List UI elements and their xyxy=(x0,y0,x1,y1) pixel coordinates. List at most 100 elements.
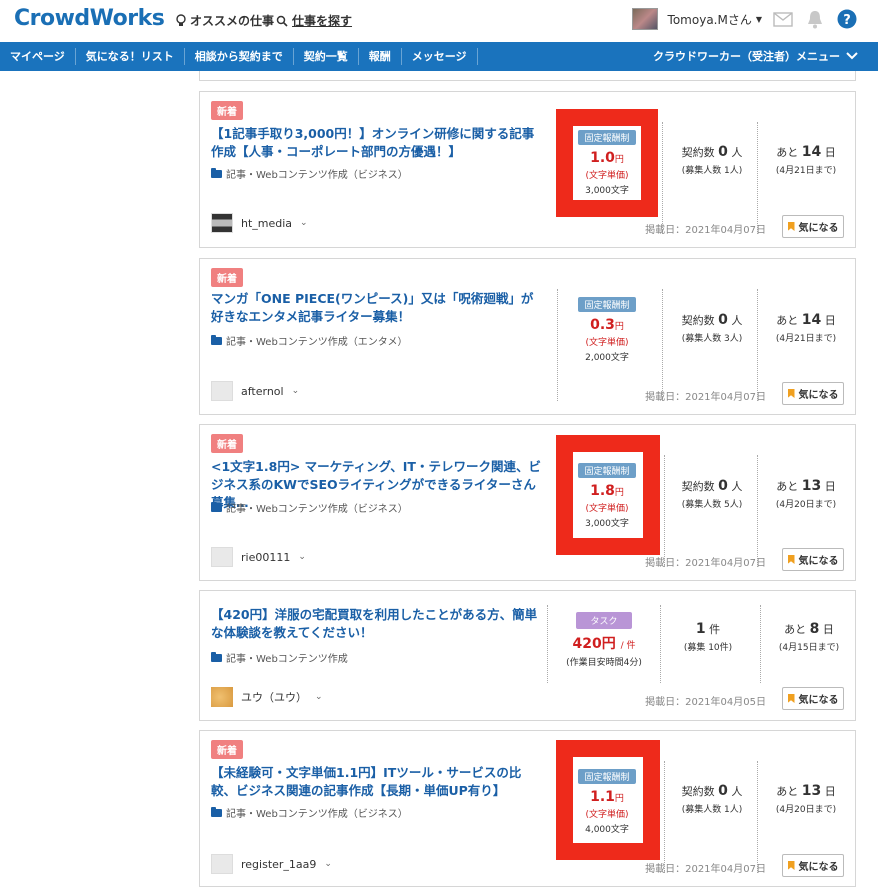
nav-mypage[interactable]: マイページ xyxy=(0,48,76,65)
client-avatar xyxy=(211,854,233,874)
char-count: 4,000文字 xyxy=(585,825,629,835)
worker-menu[interactable]: クラウドワーカー（受注者）メニュー xyxy=(653,48,858,64)
nav-messages[interactable]: メッセージ xyxy=(402,48,478,65)
help-icon[interactable]: ? xyxy=(836,8,858,30)
category-label: 記事・Webコンテンツ作成 xyxy=(226,654,348,665)
remaining-days: あと 14 日 (4月21日まで) xyxy=(775,144,837,176)
char-count: 2,000文字 xyxy=(585,353,629,363)
client-info[interactable]: ユウ（ユウ） ⌄ xyxy=(211,687,323,707)
price-unit-note: (文字単価) xyxy=(585,504,629,514)
client-info[interactable]: rie00111 ⌄ xyxy=(211,547,306,567)
mail-icon[interactable] xyxy=(772,8,794,30)
user-avatar[interactable] xyxy=(631,8,658,30)
unit-price: 1.8円 xyxy=(590,483,624,499)
find-jobs-label: 仕事を探す xyxy=(292,14,353,28)
bookmark-icon xyxy=(787,694,795,703)
folder-icon xyxy=(211,501,222,512)
nav-favorites[interactable]: 気になる！リスト xyxy=(76,48,185,65)
job-category[interactable]: 記事・Webコンテンツ作成（ビジネス） xyxy=(211,166,408,181)
client-info[interactable]: afternol ⌄ xyxy=(211,381,299,401)
favorite-button[interactable]: 気になる xyxy=(782,687,844,710)
unit-price: 1.0円 xyxy=(590,150,624,166)
divider xyxy=(664,761,665,873)
price-box: 固定報酬制 1.1円 (文字単価) 4,000文字 xyxy=(572,765,642,835)
posted-date: 掲載日：2021年04月07日 xyxy=(645,558,766,569)
chevron-down-icon: ⌄ xyxy=(298,552,306,562)
find-jobs-link[interactable]: 仕事を探す xyxy=(276,12,352,29)
price-unit-note: (文字単価) xyxy=(585,810,629,820)
favorite-button[interactable]: 気になる xyxy=(782,215,844,238)
search-icon xyxy=(276,15,288,27)
divider xyxy=(547,605,548,683)
unit-price: 0.3円 xyxy=(590,317,624,333)
remaining-days: あと 14 日 (4月21日まで) xyxy=(775,312,837,344)
posted-date: 掲載日：2021年04月07日 xyxy=(645,392,766,403)
char-count: 3,000文字 xyxy=(585,519,629,529)
fixed-price-tag: 固定報酬制 xyxy=(578,769,636,784)
category-label: 記事・Webコンテンツ作成（ビジネス） xyxy=(226,170,408,181)
new-badge: 新着 xyxy=(211,740,243,759)
chevron-down-icon: ⌄ xyxy=(300,218,308,228)
client-name: afternol xyxy=(241,384,284,398)
nav-rewards[interactable]: 報酬 xyxy=(359,48,402,65)
remaining-days: あと 8 日 (4月15日まで) xyxy=(778,621,840,653)
job-card: 新着 マンガ「ONE PIECE(ワンピース)」又は「呪術廻戦」が好きなエンタメ… xyxy=(199,258,856,415)
client-name: rie00111 xyxy=(241,550,291,564)
job-card: 新着 【未経験可・文字単価1.1円】ITツール・サービスの比較、ビジネス関連の記… xyxy=(199,730,856,887)
task-tag: タスク xyxy=(576,612,632,629)
bell-icon[interactable] xyxy=(804,8,826,30)
posted-date: 掲載日：2021年04月07日 xyxy=(645,225,766,236)
client-avatar xyxy=(211,213,233,233)
bookmark-icon xyxy=(787,222,795,231)
client-avatar xyxy=(211,547,233,567)
char-count: 3,000文字 xyxy=(585,186,629,196)
divider xyxy=(760,605,761,683)
divider xyxy=(662,289,663,401)
unit-price: 1.1円 xyxy=(590,789,624,805)
price-unit-note: (文字単価) xyxy=(585,338,629,348)
job-category[interactable]: 記事・Webコンテンツ作成（エンタメ） xyxy=(211,333,408,348)
divider xyxy=(757,761,758,873)
divider xyxy=(662,122,663,234)
favorite-button[interactable]: 気になる xyxy=(782,854,844,877)
job-title[interactable]: 【420円】洋服の宅配買取を利用したことがある方、簡単な体験談を教えてください！ xyxy=(211,606,541,642)
contract-count: 契約数 0 人 (募集人数 1人) xyxy=(681,144,743,176)
bookmark-icon xyxy=(787,389,795,398)
job-category[interactable]: 記事・Webコンテンツ作成（ビジネス） xyxy=(211,500,408,515)
svg-text:?: ? xyxy=(843,13,851,28)
client-info[interactable]: register_1aa9 ⌄ xyxy=(211,854,332,874)
new-badge: 新着 xyxy=(211,268,243,287)
previous-card-edge xyxy=(199,71,856,81)
client-avatar xyxy=(211,381,233,401)
client-name: ht_media xyxy=(241,216,293,230)
new-badge: 新着 xyxy=(211,101,243,120)
folder-icon xyxy=(211,167,222,178)
folder-icon xyxy=(211,806,222,817)
price-box: タスク 420円 / 件 (作業目安時間4分) xyxy=(552,609,656,668)
chevron-down-icon xyxy=(846,52,858,60)
chevron-down-icon: ⌄ xyxy=(324,859,332,869)
divider xyxy=(757,289,758,401)
favorite-button[interactable]: 気になる xyxy=(782,382,844,405)
client-info[interactable]: ht_media ⌄ xyxy=(211,213,308,233)
chevron-down-icon[interactable]: ▼ xyxy=(756,15,762,24)
nav-contracts[interactable]: 契約一覧 xyxy=(294,48,359,65)
main-nav: マイページ 気になる！リスト 相談から契約まで 契約一覧 報酬 メッセージ クラ… xyxy=(0,42,878,71)
client-name: ユウ（ユウ） xyxy=(241,691,307,704)
job-title[interactable]: 【1記事手取り3,000円！】オンライン研修に関する記事作成【人事・コーポレート… xyxy=(211,125,541,161)
crowdworks-logo[interactable]: CrowdWorks xyxy=(14,6,165,31)
user-name[interactable]: Tomoya.Mさん xyxy=(668,11,752,28)
favorite-button[interactable]: 気になる xyxy=(782,548,844,571)
job-title[interactable]: 【未経験可・文字単価1.1円】ITツール・サービスの比較、ビジネス関連の記事作成… xyxy=(211,764,541,800)
category-label: 記事・Webコンテンツ作成（エンタメ） xyxy=(226,337,408,348)
header-user-area: Tomoya.Mさん ▼ ? xyxy=(631,8,858,30)
recommended-jobs-link[interactable]: オススメの仕事 xyxy=(176,12,274,29)
nav-consult-to-contract[interactable]: 相談から契約まで xyxy=(185,48,294,65)
job-category[interactable]: 記事・Webコンテンツ作成 xyxy=(211,650,348,665)
remaining-days: あと 13 日 (4月20日まで) xyxy=(775,783,837,815)
job-title[interactable]: マンガ「ONE PIECE(ワンピース)」又は「呪術廻戦」が好きなエンタメ記事ラ… xyxy=(211,290,541,326)
job-category[interactable]: 記事・Webコンテンツ作成（ビジネス） xyxy=(211,805,408,820)
posted-date: 掲載日：2021年04月07日 xyxy=(645,864,766,875)
bookmark-icon xyxy=(787,861,795,870)
chevron-down-icon: ⌄ xyxy=(291,386,300,396)
